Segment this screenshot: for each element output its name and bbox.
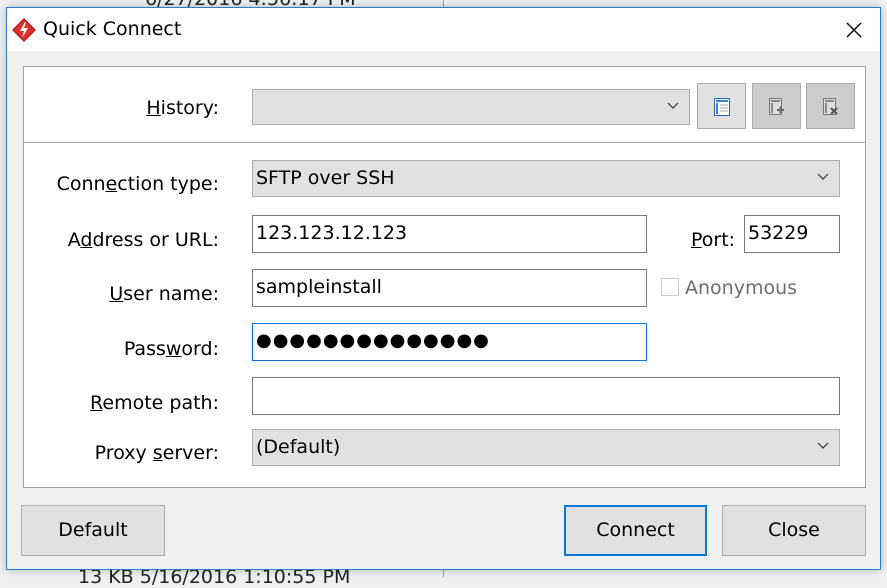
connection-type-combobox[interactable]: SFTP over SSH: [252, 160, 840, 197]
address-input[interactable]: 123.123.12.123: [252, 215, 647, 253]
proxy-server-value: (Default): [256, 436, 341, 458]
history-add-icon: [769, 98, 784, 115]
anonymous-checkbox[interactable]: [661, 278, 679, 296]
connection-type-label: Connection type:: [56, 173, 219, 195]
anonymous-label: Anonymous: [685, 277, 798, 299]
close-icon[interactable]: [840, 16, 868, 44]
history-label: History:: [146, 97, 219, 119]
proxy-server-label: Proxy server:: [94, 442, 219, 464]
username-input[interactable]: sampleinstall: [252, 269, 647, 307]
username-label: User name:: [109, 283, 219, 305]
history-combobox[interactable]: [252, 89, 690, 125]
history-add-button[interactable]: [752, 83, 801, 129]
connection-panel: History: Connection type: SFTP over SSH …: [23, 66, 866, 488]
history-delete-icon: [823, 98, 838, 115]
port-input[interactable]: 53229: [744, 215, 840, 253]
chevron-down-icon: [817, 173, 829, 180]
port-label: Port:: [691, 229, 736, 251]
chevron-down-icon: [667, 102, 679, 109]
default-button[interactable]: Default: [21, 505, 165, 556]
dialog-title: Quick Connect: [43, 18, 182, 40]
history-view-button[interactable]: [697, 83, 746, 129]
history-list-icon: [714, 98, 730, 116]
close-button[interactable]: Close: [722, 505, 866, 556]
title-bar[interactable]: Quick Connect: [7, 8, 880, 51]
remote-path-label: Remote path:: [90, 392, 219, 414]
proxy-server-combobox[interactable]: (Default): [252, 429, 840, 466]
chevron-down-icon: [817, 442, 829, 449]
password-input[interactable]: ●●●●●●●●●●●●●●: [252, 323, 647, 361]
panel-divider: [24, 142, 865, 143]
background-column-divider-bottom: [443, 570, 444, 577]
address-label: Address or URL:: [67, 229, 219, 251]
remote-path-input[interactable]: [252, 377, 840, 415]
connection-type-value: SFTP over SSH: [256, 167, 395, 189]
password-label: Password:: [123, 338, 219, 360]
history-delete-button[interactable]: [806, 83, 855, 129]
filezilla-lightning-icon: [12, 18, 36, 42]
quick-connect-dialog: Quick Connect History: Connection type: …: [6, 7, 881, 570]
connect-button[interactable]: Connect: [564, 505, 707, 556]
